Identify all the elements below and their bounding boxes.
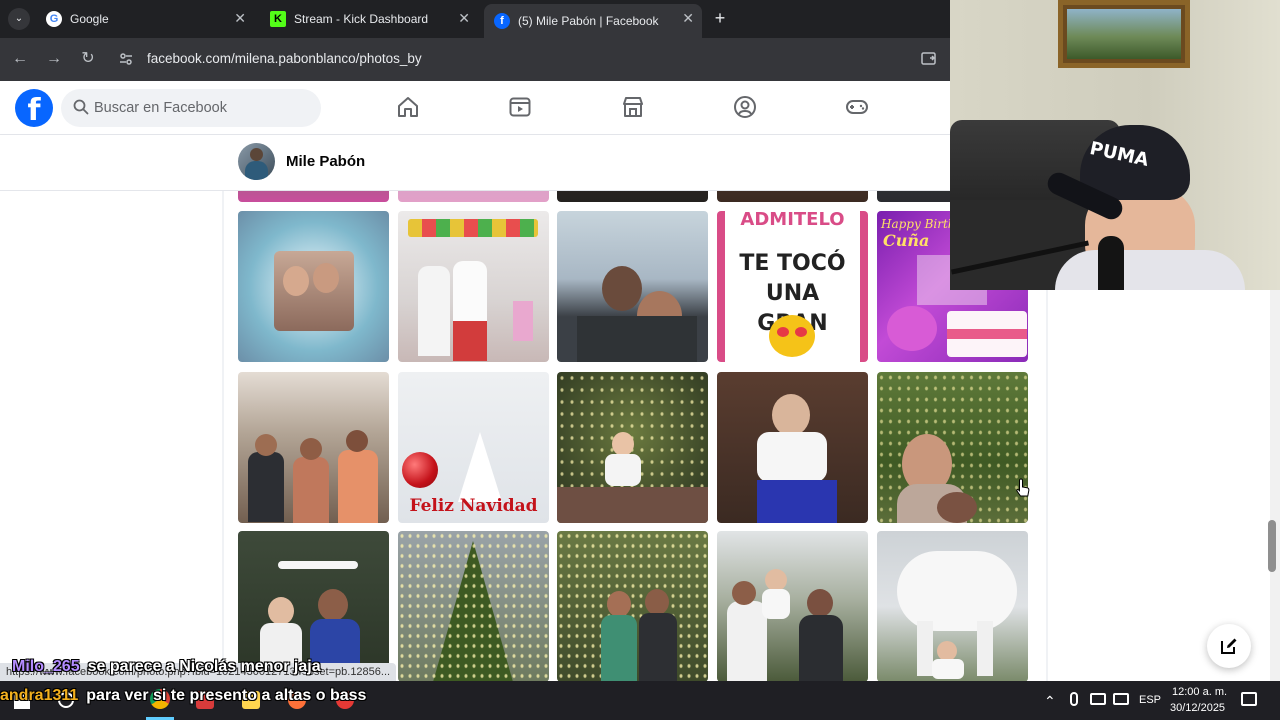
tab-list-dropdown[interactable]: ⌄ (8, 8, 30, 30)
home-icon[interactable] (396, 95, 420, 119)
facebook-icon: f (494, 13, 510, 29)
reload-icon[interactable]: ↻ (77, 48, 99, 70)
photo-thumbnail[interactable] (238, 191, 389, 202)
forward-icon[interactable]: → (43, 48, 65, 70)
photo-thumbnail[interactable] (238, 372, 389, 523)
photo-thumbnail[interactable] (398, 191, 549, 202)
photo-thumbnail[interactable]: Feliz Navidad (398, 372, 549, 523)
site-info-icon[interactable] (118, 51, 134, 67)
photo-grid: ADMITELO TE TOCÓ UNA GRAN Happy Birth Cu… (224, 191, 1046, 681)
display-tray-icon[interactable] (1113, 693, 1129, 705)
photo-caption: Feliz Navidad (409, 496, 538, 516)
left-pane (0, 191, 222, 681)
tab-title: (5) Mile Pabón | Facebook (518, 14, 659, 28)
search-box[interactable]: Buscar en Facebook (61, 89, 321, 127)
photo-thumbnail[interactable] (877, 531, 1028, 681)
chat-username: andra1311 (0, 687, 79, 704)
facebook-header: f Buscar en Facebook (0, 81, 950, 135)
avatar[interactable] (238, 143, 275, 180)
video-icon[interactable] (508, 95, 532, 119)
close-icon[interactable]: ✕ (234, 10, 246, 27)
groups-icon[interactable] (733, 95, 757, 119)
photo-thumbnail[interactable] (717, 191, 868, 202)
back-icon[interactable]: ← (9, 48, 31, 70)
clock-time[interactable]: 12:00 a. m. (1172, 686, 1227, 698)
photo-thumbnail[interactable] (557, 191, 708, 202)
language-indicator[interactable]: ESP (1139, 694, 1161, 706)
tab-facebook[interactable]: f (5) Mile Pabón | Facebook ✕ (484, 4, 702, 38)
microphone-tray-icon[interactable] (1070, 692, 1078, 706)
marketplace-icon[interactable] (621, 95, 645, 119)
photo-thumbnail[interactable] (557, 531, 708, 681)
facebook-logo[interactable]: f (15, 89, 53, 127)
tab-title: Google (70, 12, 109, 26)
chat-message: Milo_265 se parece a Nicolás menor jaja (12, 658, 321, 676)
chat-username: Milo_265 (12, 658, 80, 675)
search-input[interactable]: Buscar en Facebook (94, 100, 227, 116)
photo-thumbnail[interactable] (238, 211, 389, 362)
notifications-icon[interactable] (1241, 692, 1257, 706)
hand-cursor-icon (1016, 478, 1030, 497)
profile-sticky-bar: Mile Pabón (0, 135, 950, 191)
show-hidden-icons[interactable]: ⌃ (1044, 693, 1056, 710)
url-field[interactable]: facebook.com/milena.pabonblanco/photos_b… (147, 51, 422, 66)
photo-thumbnail[interactable] (398, 211, 549, 362)
close-icon[interactable]: ✕ (682, 10, 694, 27)
chat-text: se parece a Nicolás menor jaja (87, 658, 321, 675)
photo-thumbnail[interactable] (877, 372, 1028, 523)
search-icon (73, 99, 89, 115)
profile-name[interactable]: Mile Pabón (286, 153, 365, 170)
clock-date[interactable]: 30/12/2025 (1170, 702, 1225, 714)
photo-thumbnail[interactable] (557, 372, 708, 523)
photo-caption: ADMITELO (740, 211, 845, 230)
close-icon[interactable]: ✕ (458, 10, 470, 27)
new-message-button[interactable] (1207, 624, 1251, 668)
streamer: PUMA (1044, 125, 1245, 290)
tab-google[interactable]: G Google ✕ (36, 4, 254, 34)
tab-title: Stream - Kick Dashboard (294, 12, 429, 26)
chat-text: para ver si te presento a altas o bass (86, 687, 367, 704)
new-tab-button[interactable]: + (710, 8, 730, 28)
network-tray-icon[interactable] (1090, 693, 1106, 705)
address-bar-row: ← → ↻ facebook.com/milena.pabonblanco/ph… (0, 38, 950, 81)
install-app-icon[interactable] (920, 50, 938, 68)
photo-thumbnail[interactable] (717, 372, 868, 523)
compose-icon (1221, 638, 1237, 654)
chat-message: andra1311 para ver si te presento a altas… (0, 687, 366, 705)
photo-thumbnail[interactable] (398, 531, 549, 681)
photo-thumbnail[interactable] (557, 211, 708, 362)
photo-thumbnail[interactable] (717, 531, 868, 681)
google-icon: G (46, 11, 62, 27)
kick-icon: K (270, 11, 286, 27)
tab-kick-dashboard[interactable]: K Stream - Kick Dashboard ✕ (260, 4, 478, 34)
gaming-icon[interactable] (845, 95, 869, 119)
scrollbar-thumb[interactable] (1268, 520, 1276, 572)
microphone (1098, 236, 1124, 290)
photo-thumbnail[interactable]: ADMITELO TE TOCÓ UNA GRAN (717, 211, 868, 362)
wall-painting (1058, 0, 1190, 68)
webcam-overlay: PUMA (950, 0, 1280, 290)
